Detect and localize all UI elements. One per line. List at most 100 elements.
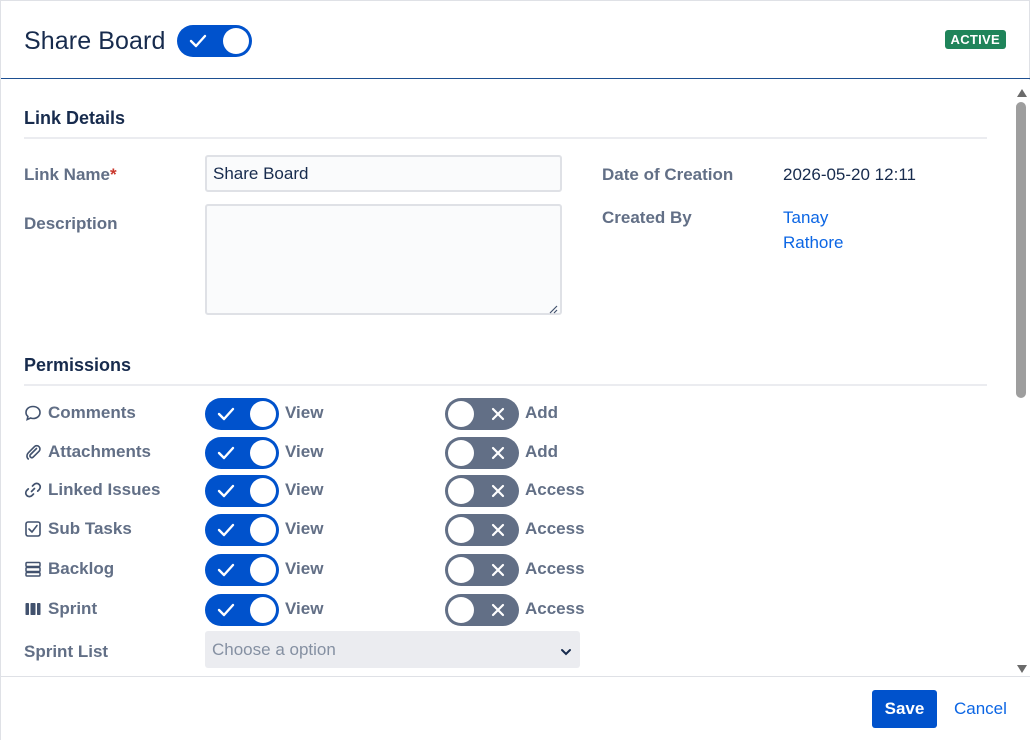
date-of-creation-label: Date of Creation — [602, 165, 734, 184]
link-name-label-text: Link Name — [24, 165, 110, 184]
toggle-knob — [250, 478, 276, 504]
divider — [24, 137, 987, 139]
description-label: Description — [24, 214, 118, 233]
permission-row: Sprint View Access — [1, 592, 1001, 628]
toggle-knob — [250, 597, 276, 623]
active-toggle[interactable] — [177, 25, 252, 57]
divider — [24, 384, 987, 386]
edit-permission-label: Add — [525, 403, 559, 422]
view-permission-label: View — [285, 599, 324, 618]
view-permission-label: View — [285, 519, 324, 538]
paperclip-icon — [24, 443, 42, 461]
close-icon — [483, 398, 513, 430]
sprint-list-label: Sprint List — [24, 642, 109, 661]
view-permission-toggle[interactable] — [205, 554, 279, 586]
edit-permission-toggle[interactable] — [445, 475, 519, 507]
scrollbar-thumb[interactable] — [1016, 102, 1026, 398]
toggle-knob — [448, 440, 474, 466]
edit-permission-label: Access — [525, 559, 585, 578]
resize-grip-icon[interactable] — [548, 301, 558, 314]
edit-permission-toggle[interactable] — [445, 594, 519, 626]
date-of-creation-value: 2026-05-20 12:11 — [783, 165, 916, 184]
toggle-knob — [448, 401, 474, 427]
permission-row: Sub Tasks View Access — [1, 512, 1001, 548]
check-icon — [211, 475, 241, 507]
sprint-icon — [24, 600, 42, 618]
toggle-knob — [250, 401, 276, 427]
permission-label: Linked Issues — [24, 480, 160, 500]
created-by-link[interactable]: Tanay Rathore — [783, 205, 863, 255]
check-icon — [211, 594, 241, 626]
toggle-knob — [448, 478, 474, 504]
scroll-down-arrow-icon[interactable] — [1016, 661, 1028, 673]
close-icon — [483, 437, 513, 469]
edit-permission-toggle[interactable] — [445, 554, 519, 586]
cancel-button[interactable]: Cancel — [947, 690, 1014, 728]
permission-row: Attachments View Add — [1, 435, 1001, 471]
check-icon — [183, 25, 213, 57]
dialog-body[interactable]: Link Details Link Name* Description Date… — [1, 80, 1013, 676]
permission-label-text: Sub Tasks — [48, 519, 132, 538]
view-permission-label: View — [285, 403, 324, 422]
toggle-knob — [223, 28, 249, 54]
sprint-list-placeholder: Choose a option — [212, 640, 336, 659]
toggle-knob — [250, 440, 276, 466]
edit-permission-toggle[interactable] — [445, 514, 519, 546]
permission-label-text: Comments — [48, 403, 136, 422]
check-icon — [211, 514, 241, 546]
scrollbar[interactable] — [1013, 80, 1030, 676]
close-icon — [483, 514, 513, 546]
edit-permission-label: Access — [525, 519, 585, 538]
view-permission-label: View — [285, 480, 324, 499]
edit-permission-label: Access — [525, 480, 585, 499]
comment-icon — [24, 404, 42, 422]
toggle-knob — [250, 517, 276, 543]
view-permission-toggle[interactable] — [205, 437, 279, 469]
created-by-label: Created By — [602, 208, 692, 227]
toggle-knob — [448, 557, 474, 583]
permission-label: Backlog — [24, 559, 114, 579]
toggle-knob — [448, 517, 474, 543]
permission-label: Attachments — [24, 442, 151, 462]
permission-label-text: Sprint — [48, 599, 98, 618]
dialog-header: Share Board ACTIVE — [1, 1, 1030, 79]
view-permission-toggle[interactable] — [205, 594, 279, 626]
view-permission-toggle[interactable] — [205, 398, 279, 430]
close-icon — [483, 594, 513, 626]
permission-label-text: Attachments — [48, 442, 151, 461]
edit-permission-toggle[interactable] — [445, 398, 519, 430]
view-permission-label: View — [285, 442, 324, 461]
view-permission-label: View — [285, 559, 324, 578]
permission-label: Sprint — [24, 599, 97, 619]
required-marker: * — [109, 165, 117, 184]
chevron-down-icon — [560, 643, 572, 661]
dialog-footer: Save Cancel — [1, 676, 1030, 740]
view-permission-toggle[interactable] — [205, 475, 279, 507]
scroll-up-arrow-icon[interactable] — [1016, 85, 1028, 97]
permissions-heading: Permissions — [24, 355, 132, 375]
save-button[interactable]: Save — [872, 690, 937, 728]
status-badge: ACTIVE — [944, 30, 1006, 49]
toggle-knob — [448, 597, 474, 623]
toggle-knob — [250, 557, 276, 583]
link-name-input[interactable] — [205, 155, 562, 192]
check-icon — [211, 554, 241, 586]
permission-row: Backlog View Access — [1, 552, 1001, 588]
link-name-label: Link Name* — [24, 165, 117, 185]
permission-row: Comments View Add — [1, 396, 1001, 432]
edit-permission-label: Add — [525, 442, 559, 461]
link-icon — [24, 481, 42, 499]
sprint-list-select[interactable]: Choose a option — [205, 631, 580, 668]
check-icon — [211, 398, 241, 430]
permission-label-text: Linked Issues — [48, 480, 161, 499]
permission-label-text: Backlog — [48, 559, 115, 578]
link-details-heading: Link Details — [24, 108, 126, 128]
permission-label: Comments — [24, 403, 136, 423]
dialog-title: Share Board — [24, 27, 166, 55]
edit-permission-toggle[interactable] — [445, 437, 519, 469]
description-textarea[interactable] — [205, 204, 562, 315]
backlog-icon — [24, 560, 42, 578]
share-board-dialog: Share Board ACTIVE Link Details Link Nam… — [0, 0, 1030, 740]
edit-permission-label: Access — [525, 599, 585, 618]
view-permission-toggle[interactable] — [205, 514, 279, 546]
